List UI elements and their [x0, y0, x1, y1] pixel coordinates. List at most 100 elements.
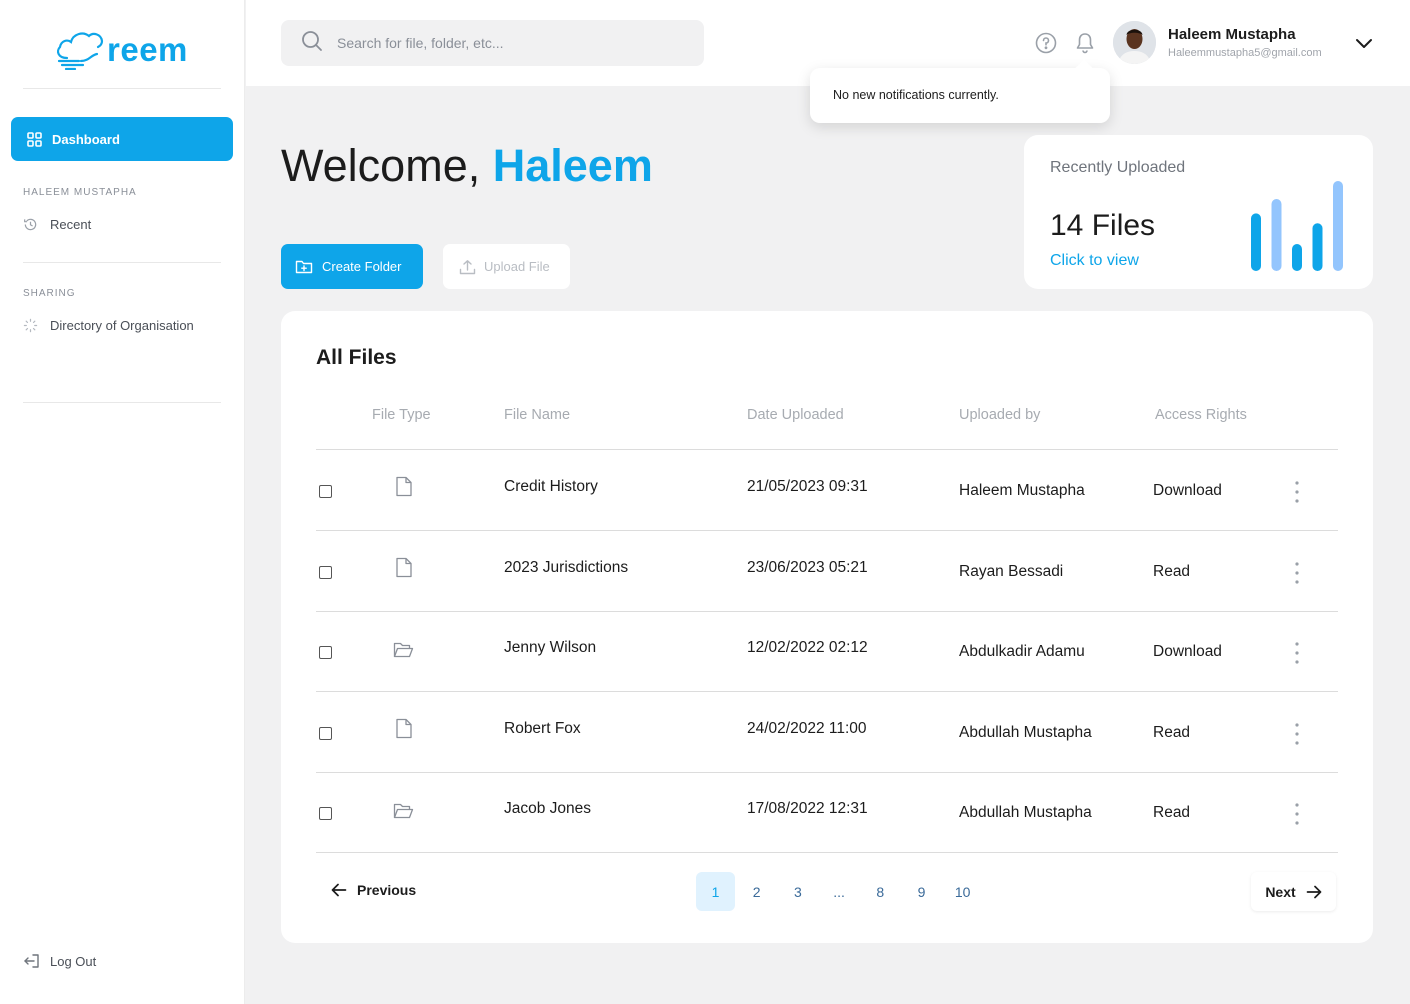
click-to-view-link[interactable]: Click to view: [1050, 252, 1139, 270]
divider: [23, 262, 221, 263]
file-icon: [395, 557, 413, 583]
more-options-icon[interactable]: [1295, 722, 1299, 750]
uploaded-by: Haleem Mustapha: [959, 482, 1085, 499]
more-options-icon[interactable]: [1295, 803, 1299, 830]
divider: [316, 852, 1338, 853]
date-uploaded: 23/06/2023 05:21: [747, 558, 868, 576]
recent-card-count: 14 Files: [1050, 209, 1156, 242]
grid-icon: [27, 131, 42, 147]
access-rights: Download: [1153, 482, 1222, 499]
logout-label: Log Out: [50, 953, 97, 969]
date-uploaded: 12/02/2022 02:12: [747, 639, 868, 656]
chart-bar: [1292, 244, 1302, 271]
row-checkbox[interactable]: [319, 807, 332, 820]
column-header-uploaded-by[interactable]: Uploaded by: [959, 407, 1040, 423]
next-page-button[interactable]: Next: [1251, 872, 1336, 911]
logout-icon: [23, 953, 41, 969]
row-checkbox[interactable]: [319, 565, 332, 579]
upload-file-button[interactable]: Upload File: [443, 244, 570, 289]
upload-icon: [459, 259, 476, 275]
row-checkbox[interactable]: [319, 646, 332, 659]
next-label: Next: [1265, 883, 1296, 900]
table-row[interactable]: Robert Fox 24/02/2022 11:00 Abdullah Musta…: [316, 692, 1338, 772]
page-number[interactable]: 10: [943, 872, 982, 911]
sidebar: reem Dashboard HALEEM MUSTAPHA Recent SH…: [0, 0, 245, 1004]
welcome-name: Haleem: [492, 140, 653, 191]
search-input[interactable]: [337, 35, 677, 51]
file-name[interactable]: 2023 Jurisdictions: [504, 559, 628, 577]
page-number[interactable]: 1: [696, 872, 735, 911]
all-files-panel: All Files File Type File Name Date Uploa…: [281, 311, 1373, 943]
file-name[interactable]: Credit History: [504, 478, 598, 496]
uploaded-by: Abdulkadir Adamu: [959, 643, 1085, 660]
uploaded-by: Abdullah Mustapha: [959, 804, 1092, 821]
chevron-down-icon[interactable]: [1354, 36, 1374, 55]
spinner-icon: [23, 318, 38, 333]
page-number[interactable]: 9: [902, 872, 941, 911]
previous-label: Previous: [357, 882, 417, 898]
sidebar-item-label: Dashboard: [52, 131, 120, 147]
notification-text: No new notifications currently.: [833, 88, 999, 102]
folder-plus-icon: [295, 259, 313, 275]
column-header-access-rights[interactable]: Access Rights: [1155, 407, 1247, 423]
column-header-file-name[interactable]: File Name: [504, 407, 570, 423]
column-header-file-type[interactable]: File Type: [372, 407, 431, 423]
avatar[interactable]: [1113, 21, 1156, 64]
search-bar[interactable]: [281, 20, 704, 66]
cloud-logo-icon: [56, 32, 104, 70]
chart-bar: [1333, 181, 1343, 271]
logo-text: reem: [107, 31, 188, 68]
more-options-icon[interactable]: [1295, 642, 1299, 669]
column-header-date-uploaded[interactable]: Date Uploaded: [747, 407, 844, 423]
recently-uploaded-card[interactable]: Recently Uploaded 14 Files Click to view: [1024, 135, 1373, 289]
divider: [23, 402, 221, 403]
file-name[interactable]: Jenny Wilson: [504, 639, 596, 657]
bell-icon[interactable]: [1075, 32, 1095, 59]
access-rights: Read: [1153, 723, 1191, 741]
logo[interactable]: reem: [53, 30, 188, 70]
date-uploaded: 24/02/2022 11:00: [747, 719, 867, 737]
table-row[interactable]: 2023 Jurisdictions 23/06/2023 05:21 Rayan …: [316, 531, 1338, 611]
table-row[interactable]: Jenny Wilson 12/02/2022 02:12 Abdulkadir A…: [316, 611, 1338, 691]
create-folder-button[interactable]: Create Folder: [281, 244, 423, 289]
chart-bar: [1271, 199, 1282, 271]
file-icon: [395, 718, 413, 744]
arrow-right-icon: [1306, 885, 1322, 899]
page-number[interactable]: 3: [778, 872, 817, 911]
page-title: Welcome, Haleem: [281, 140, 653, 192]
row-checkbox[interactable]: [319, 485, 332, 498]
uploaded-by: Abdullah Mustapha: [959, 723, 1092, 741]
recent-uploads-bar-chart: [1251, 181, 1343, 271]
history-icon: [23, 217, 38, 232]
create-folder-label: Create Folder: [322, 259, 402, 274]
sidebar-item-dashboard[interactable]: Dashboard: [11, 117, 233, 161]
sidebar-item-recent[interactable]: Recent: [23, 217, 91, 232]
chart-bar: [1251, 213, 1261, 271]
sidebar-item-directory[interactable]: Directory of Organisation: [23, 318, 194, 333]
table-row[interactable]: Jacob Jones 17/08/2022 12:31 Abdullah Must…: [316, 772, 1338, 852]
divider: [23, 88, 221, 89]
file-name[interactable]: Robert Fox: [504, 720, 581, 738]
sidebar-item-label: Recent: [50, 217, 92, 232]
date-uploaded: 21/05/2023 09:31: [747, 478, 868, 495]
notification-popover: No new notifications currently.: [810, 68, 1110, 123]
sidebar-item-label: Directory of Organisation: [50, 318, 194, 333]
section-label-user: HALEEM MUSTAPHA: [23, 187, 137, 198]
page-number[interactable]: 8: [861, 872, 900, 911]
row-checkbox[interactable]: [319, 726, 332, 740]
date-uploaded: 17/08/2022 12:31: [747, 800, 868, 817]
table-row[interactable]: Credit History 21/05/2023 09:31 Haleem Mus…: [316, 450, 1338, 530]
page-number[interactable]: 2: [737, 872, 776, 911]
more-options-icon[interactable]: [1295, 481, 1299, 508]
file-icon: [395, 476, 413, 502]
previous-page-button[interactable]: Previous: [331, 882, 416, 898]
more-options-icon[interactable]: [1295, 561, 1299, 589]
access-rights: Download: [1153, 643, 1222, 660]
logout-button[interactable]: Log Out: [23, 953, 96, 969]
file-name[interactable]: Jacob Jones: [504, 800, 591, 818]
welcome-prefix: Welcome,: [281, 140, 481, 191]
help-icon[interactable]: [1035, 32, 1057, 59]
pagination-ellipsis: ...: [833, 883, 845, 900]
folder-icon: [393, 641, 414, 664]
chart-bar: [1312, 223, 1323, 271]
